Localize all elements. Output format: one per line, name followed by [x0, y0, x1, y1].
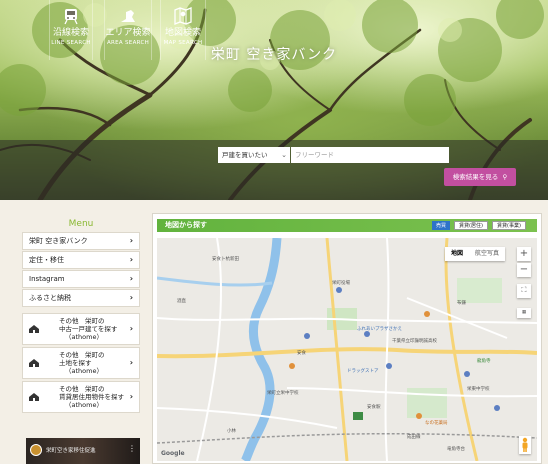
ext-line2: 土地を探す: [59, 359, 92, 367]
map-label: 小林: [227, 429, 236, 434]
area-search-label: エリア検索: [105, 28, 151, 38]
sidebar-item-akiya-bank[interactable]: 栄町 空き家バンク ›: [22, 232, 140, 250]
map-label: 栄東中学校: [467, 387, 490, 392]
pegman-icon: [522, 437, 528, 452]
map-header-title: 地図から探す: [165, 221, 207, 229]
folded-map-icon: [174, 7, 192, 25]
filter-rent-business-button[interactable]: 賃貸(事業): [492, 221, 526, 230]
video-title: 栄町空き家移住促進: [46, 448, 96, 454]
layers-icon: ▦: [521, 310, 527, 315]
chevron-right-icon: ›: [129, 293, 133, 302]
map-search-en-label: MAP SEARCH: [163, 40, 203, 46]
athome-rental-link[interactable]: その他 栄町の 賃貸居住用物件を探す （athome） ›: [22, 381, 140, 413]
sidebar-item-label: 定住・移住: [29, 256, 64, 264]
house-icon: [29, 359, 39, 367]
map-label: 栄町役場: [332, 281, 350, 286]
map-search-label: 地図検索: [164, 28, 201, 38]
house-icon: [29, 393, 39, 401]
ext-line3: （athome）: [65, 401, 103, 409]
zoom-out-button[interactable]: −: [517, 263, 531, 277]
map-label: 龍角寺: [477, 359, 491, 364]
ext-line3: （athome）: [65, 367, 103, 375]
map-label: 千葉県立印旛明誠高校: [392, 339, 437, 344]
external-links: その他 栄町の 中古一戸建てを探す （athome） › その他 栄町の 土地を…: [22, 313, 140, 415]
chevron-down-icon: ⌄: [281, 151, 287, 159]
chevron-right-icon: ›: [129, 255, 133, 264]
ext-line1: その他 栄町の: [59, 351, 105, 359]
sidebar-item-label: ふるさと納税: [29, 294, 71, 302]
chevron-right-icon: ›: [129, 358, 133, 367]
area-map-icon: [121, 10, 135, 22]
line-search-en-label: LINE SEARCH: [51, 40, 91, 46]
street-view-pegman[interactable]: [519, 436, 531, 454]
ext-line2: 賃貸居住用物件を探す: [59, 393, 124, 401]
map-search-button[interactable]: 地図検索 MAP SEARCH: [160, 0, 206, 60]
free-word-input[interactable]: フリーワード: [291, 147, 449, 163]
ext-line2: 中古一戸建てを探す: [59, 325, 118, 333]
search-icon: ⚲: [500, 173, 508, 181]
fullscreen-icon[interactable]: ⛶: [517, 284, 531, 298]
map-label: 栄町立栄中学校: [267, 391, 299, 396]
filter-sale-button[interactable]: 売買: [432, 221, 450, 230]
map-label: ドラッグストア: [347, 369, 379, 374]
chevron-right-icon: ›: [129, 236, 133, 245]
video-thumbnail[interactable]: 栄町空き家移住促進 ⋮: [26, 438, 140, 464]
sidebar-item-label: Instagram: [29, 275, 65, 283]
map-header: 地図から探す 売買 賃貸(居住) 賃貸(事業): [157, 219, 537, 232]
google-logo: Google: [161, 450, 185, 457]
sidebar-item-label: 栄町 空き家バンク: [29, 237, 88, 245]
map-label: 成田線: [407, 435, 421, 440]
map-label: なの花薬局: [425, 421, 448, 426]
map-type-map-button[interactable]: 地図: [445, 247, 469, 261]
sidebar-item-instagram[interactable]: Instagram ›: [22, 270, 140, 288]
ext-line3: （athome）: [65, 333, 103, 341]
area-search-en-label: AREA SEARCH: [106, 40, 150, 46]
ext-line1: その他 栄町の: [59, 385, 105, 393]
athome-land-link[interactable]: その他 栄町の 土地を探す （athome） ›: [22, 347, 140, 379]
sidebar-menu: 栄町 空き家バンク › 定住・移住 › Instagram › ふるさと納税 ›: [22, 232, 140, 308]
menu-title: Menu: [68, 219, 94, 229]
google-map[interactable]: 安食卜杭新田 栄町役場 ふれあいプラザさかえ 布鎌 安食 安食駅 ドラッグストア…: [157, 238, 537, 461]
map-roads-illustration: [157, 238, 537, 461]
ext-line1: その他 栄町の: [59, 317, 105, 325]
map-label: 安食駅: [367, 405, 381, 410]
channel-avatar: [30, 444, 42, 456]
map-label: 安食卜杭新田: [212, 257, 239, 262]
chevron-right-icon: ›: [129, 324, 133, 333]
map-label: 竜角寺台: [447, 447, 465, 452]
purpose-select-value: 戸建を買いたい: [222, 151, 268, 159]
house-icon: [29, 325, 39, 333]
more-options-icon[interactable]: ⋮: [128, 444, 136, 453]
line-search-label: 沿線検索: [52, 28, 89, 38]
sidebar-item-furusato-tax[interactable]: ふるさと納税 ›: [22, 289, 140, 307]
free-word-placeholder: フリーワード: [295, 151, 334, 159]
map-label: 布鎌: [457, 301, 466, 306]
map-label: 安食: [297, 351, 306, 356]
map-label: 酒直: [177, 299, 186, 304]
filter-rent-residential-button[interactable]: 賃貸(居住): [454, 221, 488, 230]
zoom-in-button[interactable]: +: [517, 247, 531, 261]
view-results-label: 検索結果を見る: [452, 173, 499, 181]
map-panel: 地図から探す 売買 賃貸(居住) 賃貸(事業) 安食卜杭新田 栄町役場 ふれあい…: [152, 213, 542, 464]
chevron-right-icon: ›: [129, 392, 133, 401]
map-type-satellite-button[interactable]: 航空写真: [469, 247, 505, 261]
view-results-button[interactable]: 検索結果を見る ⚲: [444, 168, 516, 186]
sidebar-item-settlement[interactable]: 定住・移住 ›: [22, 251, 140, 269]
line-search-button[interactable]: 沿線検索 LINE SEARCH: [49, 0, 93, 60]
area-search-button[interactable]: エリア検索 AREA SEARCH: [104, 0, 152, 60]
purpose-select[interactable]: 戸建を買いたい ⌄: [218, 147, 290, 163]
map-label: ふれあいプラザさかえ: [357, 327, 402, 332]
athome-used-house-link[interactable]: その他 栄町の 中古一戸建てを探す （athome） ›: [22, 313, 140, 345]
layers-button[interactable]: ▦: [517, 308, 531, 318]
map-type-toggle: 地図 航空写真: [445, 247, 506, 261]
chevron-right-icon: ›: [129, 274, 133, 283]
train-icon: [64, 9, 78, 25]
